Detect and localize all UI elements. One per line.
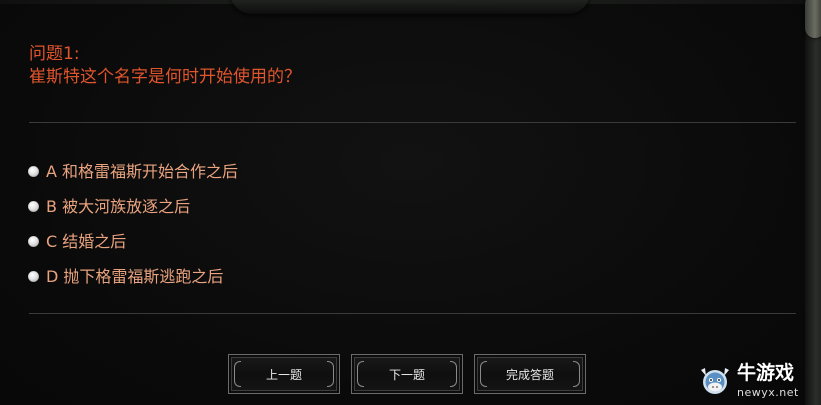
finish-quiz-label: 完成答题 (505, 367, 554, 382)
option-b[interactable]: B 被大河族放逐之后 (28, 189, 628, 224)
top-frame-ornament (230, 0, 590, 14)
button-frame-right-ornament (573, 361, 580, 387)
next-question-label: 下一题 (388, 367, 425, 382)
option-d-label: D 抛下格雷福斯逃跑之后 (46, 266, 224, 286)
prev-question-button[interactable]: 上一题 (228, 354, 340, 394)
option-c[interactable]: C 结婚之后 (28, 224, 628, 259)
divider-top (29, 122, 796, 123)
option-a-label: A 和格雷福斯开始合作之后 (46, 161, 239, 181)
divider-bottom (29, 313, 796, 314)
quiz-panel: 问题1: 崔斯特这个名字是何时开始使用的？ A 和格雷福斯开始合作之后 B 被大… (0, 0, 821, 405)
option-d[interactable]: D 抛下格雷福斯逃跑之后 (28, 259, 628, 294)
option-a[interactable]: A 和格雷福斯开始合作之后 (28, 154, 628, 189)
prev-question-label: 上一题 (265, 367, 302, 382)
option-c-label: C 结婚之后 (46, 231, 127, 251)
button-frame-right-ornament (327, 361, 334, 387)
button-frame-left-ornament (480, 361, 487, 387)
watermark-title: 牛游戏 (737, 362, 795, 384)
right-frame-border (805, 0, 821, 405)
button-frame-right-ornament (450, 361, 457, 387)
watermark-url: newyx.net (737, 386, 799, 399)
button-frame-left-ornament (357, 361, 364, 387)
frame-knob-ornament (805, 0, 821, 38)
radio-button-icon[interactable] (28, 271, 39, 282)
button-frame-left-ornament (234, 361, 241, 387)
question-number: 问题1: (29, 44, 80, 64)
question-text: 崔斯特这个名字是何时开始使用的？ (29, 67, 301, 87)
site-watermark: 牛游戏 newyx.net (697, 360, 817, 402)
bull-mascot-icon (701, 368, 729, 394)
next-question-button[interactable]: 下一题 (351, 354, 463, 394)
answer-options: A 和格雷福斯开始合作之后 B 被大河族放逐之后 C 结婚之后 D 抛下格雷福斯… (28, 154, 628, 294)
option-b-label: B 被大河族放逐之后 (46, 196, 191, 216)
radio-button-icon[interactable] (28, 166, 39, 177)
radio-button-icon[interactable] (28, 236, 39, 247)
radio-button-icon[interactable] (28, 201, 39, 212)
finish-quiz-button[interactable]: 完成答题 (474, 354, 586, 394)
